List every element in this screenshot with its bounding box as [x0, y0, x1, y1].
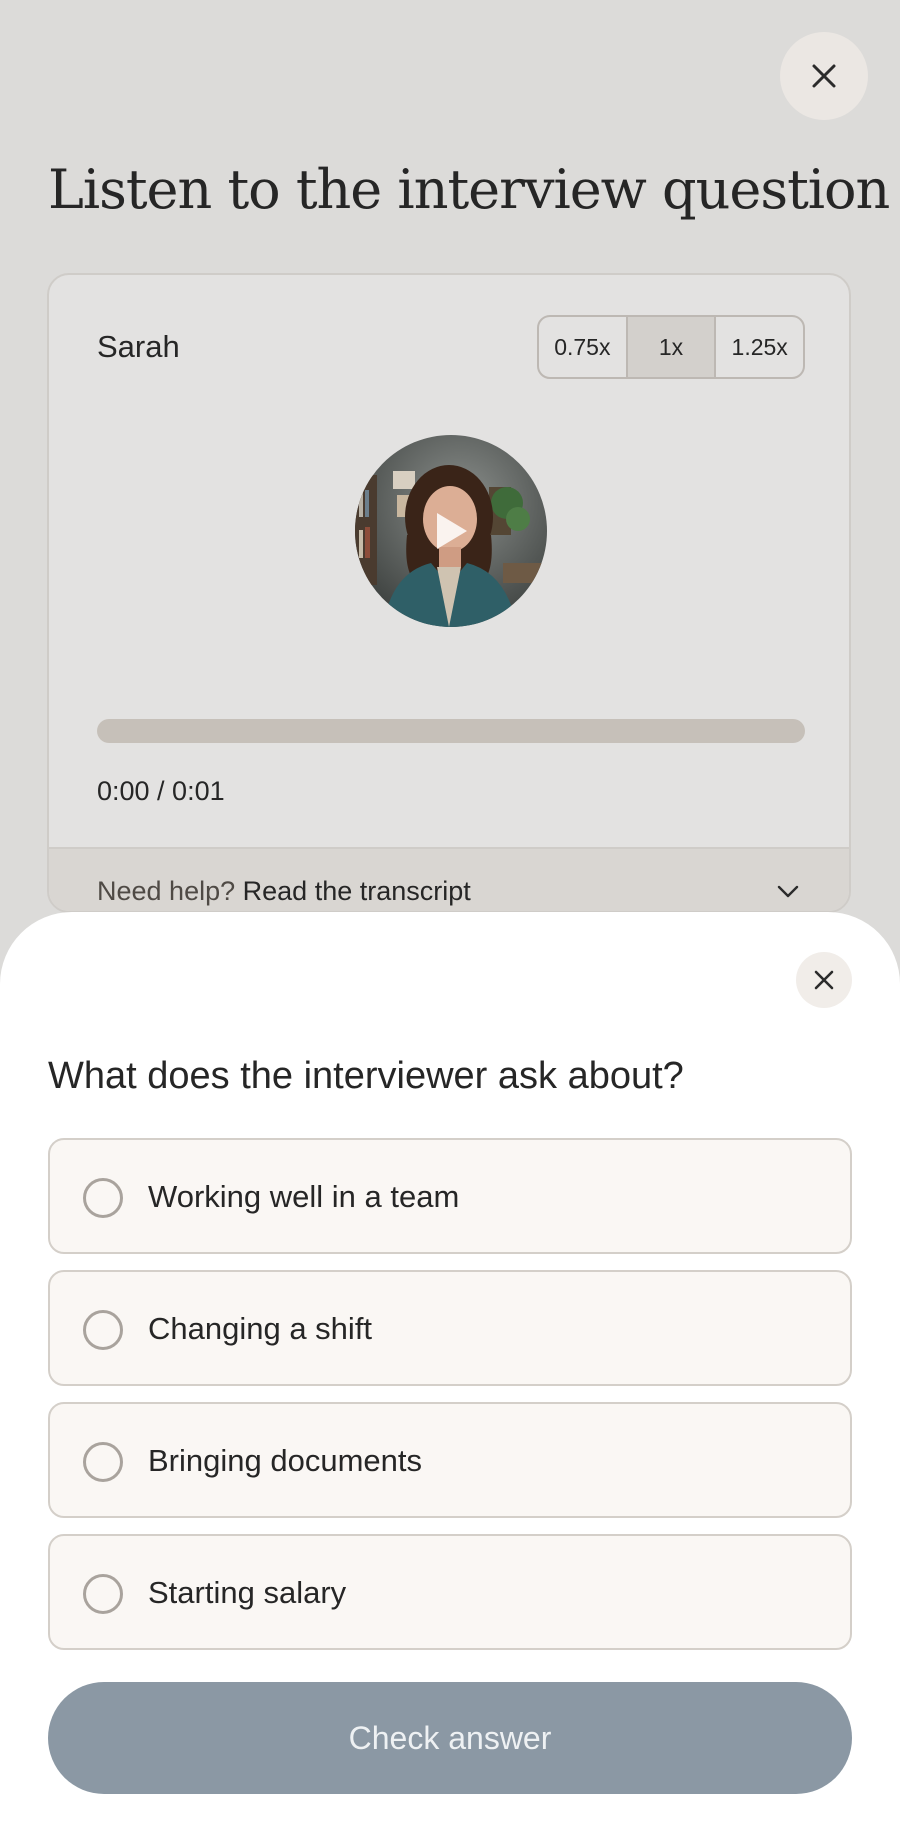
close-icon	[812, 64, 836, 88]
answer-option-1[interactable]: Working well in a team	[48, 1138, 852, 1254]
audio-player-card: Sarah 0.75x 1x 1.25x 0:00 / 0:01 Need he…	[47, 273, 851, 913]
sheet-close-button[interactable]	[796, 952, 852, 1008]
chevron-down-icon	[777, 885, 799, 898]
top-close-button[interactable]	[780, 32, 868, 120]
radio-button[interactable]	[83, 1574, 123, 1614]
playback-speed-selector: 0.75x 1x 1.25x	[537, 315, 805, 379]
radio-button[interactable]	[83, 1178, 123, 1218]
play-icon	[437, 513, 467, 549]
answer-option-4[interactable]: Starting salary	[48, 1534, 852, 1650]
audio-progress-bar[interactable]	[97, 719, 805, 743]
transcript-toggle-label: Need help? Read the transcript	[97, 871, 471, 911]
playback-time: 0:00 / 0:01	[97, 776, 225, 806]
radio-button[interactable]	[83, 1310, 123, 1350]
speaker-name: Sarah	[97, 329, 180, 364]
check-answer-button[interactable]: Check answer	[48, 1682, 852, 1794]
speed-button-0-75x[interactable]: 0.75x	[539, 317, 626, 377]
question-bottom-sheet: What does the interviewer ask about? Wor…	[0, 912, 900, 1840]
close-icon	[814, 970, 834, 990]
answer-option-label: Working well in a team	[148, 1179, 460, 1214]
transcript-link[interactable]: Read the transcript	[243, 876, 471, 906]
answer-option-label: Bringing documents	[148, 1443, 422, 1478]
speed-button-1x[interactable]: 1x	[625, 317, 715, 377]
transcript-help-prompt: Need help?	[97, 876, 236, 906]
answer-option-3[interactable]: Bringing documents	[48, 1402, 852, 1518]
answer-option-2[interactable]: Changing a shift	[48, 1270, 852, 1386]
speaker-avatar-play-button[interactable]	[355, 435, 547, 627]
answer-option-label: Starting salary	[148, 1575, 347, 1610]
page-title: Listen to the interview question	[48, 158, 890, 221]
speed-button-1-25x[interactable]: 1.25x	[714, 317, 803, 377]
radio-button[interactable]	[83, 1442, 123, 1482]
transcript-toggle[interactable]: Need help? Read the transcript	[49, 847, 849, 911]
answer-option-label: Changing a shift	[148, 1311, 373, 1346]
question-text: What does the interviewer ask about?	[48, 1055, 684, 1097]
